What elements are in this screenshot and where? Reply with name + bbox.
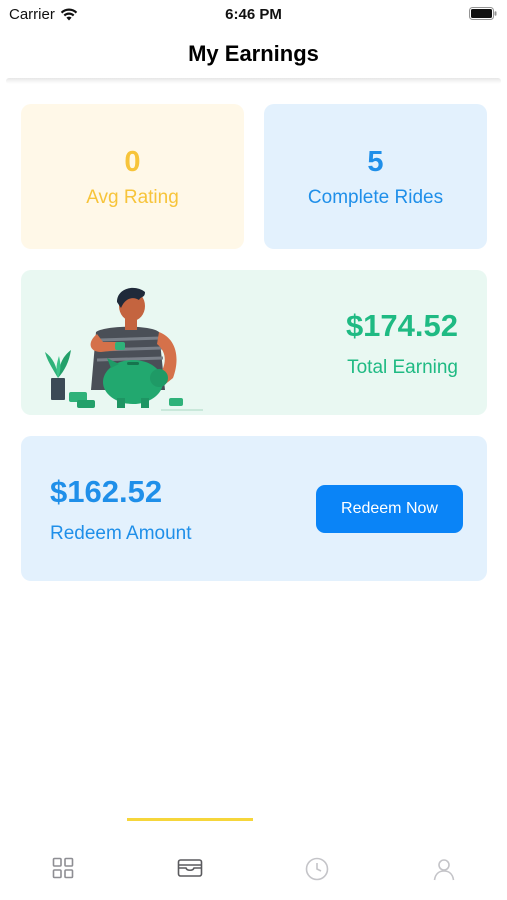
profile-icon	[433, 859, 454, 881]
page-title: My Earnings	[188, 41, 319, 66]
avg-rating-value: 0	[124, 145, 141, 178]
redeem-card: $162.52 Redeem Amount Redeem Now	[21, 436, 487, 581]
avg-rating-label: Avg Rating	[86, 186, 179, 208]
tab-earnings[interactable]	[127, 835, 254, 900]
total-earning-value: $174.52	[345, 308, 458, 343]
clock-icon	[305, 857, 329, 881]
complete-rides-card: 5 Complete Rides	[264, 104, 487, 249]
battery-icon	[469, 7, 497, 20]
tab-bar	[0, 835, 507, 900]
tab-dashboard[interactable]	[0, 835, 127, 900]
complete-rides-label: Complete Rides	[307, 186, 444, 208]
total-earning-info: $174.52 Total Earning	[346, 308, 458, 379]
redeem-info: $162.52 Redeem Amount	[50, 474, 192, 545]
total-earning-label: Total Earning	[347, 357, 458, 378]
redeem-amount-value: $162.52	[50, 474, 163, 509]
header-divider	[6, 78, 501, 84]
status-time: 6:46 PM	[225, 6, 282, 23]
avg-rating-card: 0 Avg Rating	[21, 104, 244, 249]
wallet-icon	[177, 859, 203, 877]
active-tab-indicator	[127, 818, 253, 821]
redeem-amount-label: Redeem Amount	[50, 523, 192, 544]
status-bar: Carrier 6:46 PM	[0, 0, 507, 28]
complete-rides-value: 5	[367, 145, 384, 178]
grid-icon	[53, 857, 74, 879]
tab-history[interactable]	[254, 835, 381, 900]
redeem-now-button[interactable]: Redeem Now	[316, 485, 463, 533]
man-with-piggy-bank-illustration	[45, 287, 203, 411]
total-earning-card: $174.52 Total Earning	[21, 270, 487, 415]
header: My Earnings	[0, 28, 507, 80]
tab-profile[interactable]	[380, 835, 507, 900]
